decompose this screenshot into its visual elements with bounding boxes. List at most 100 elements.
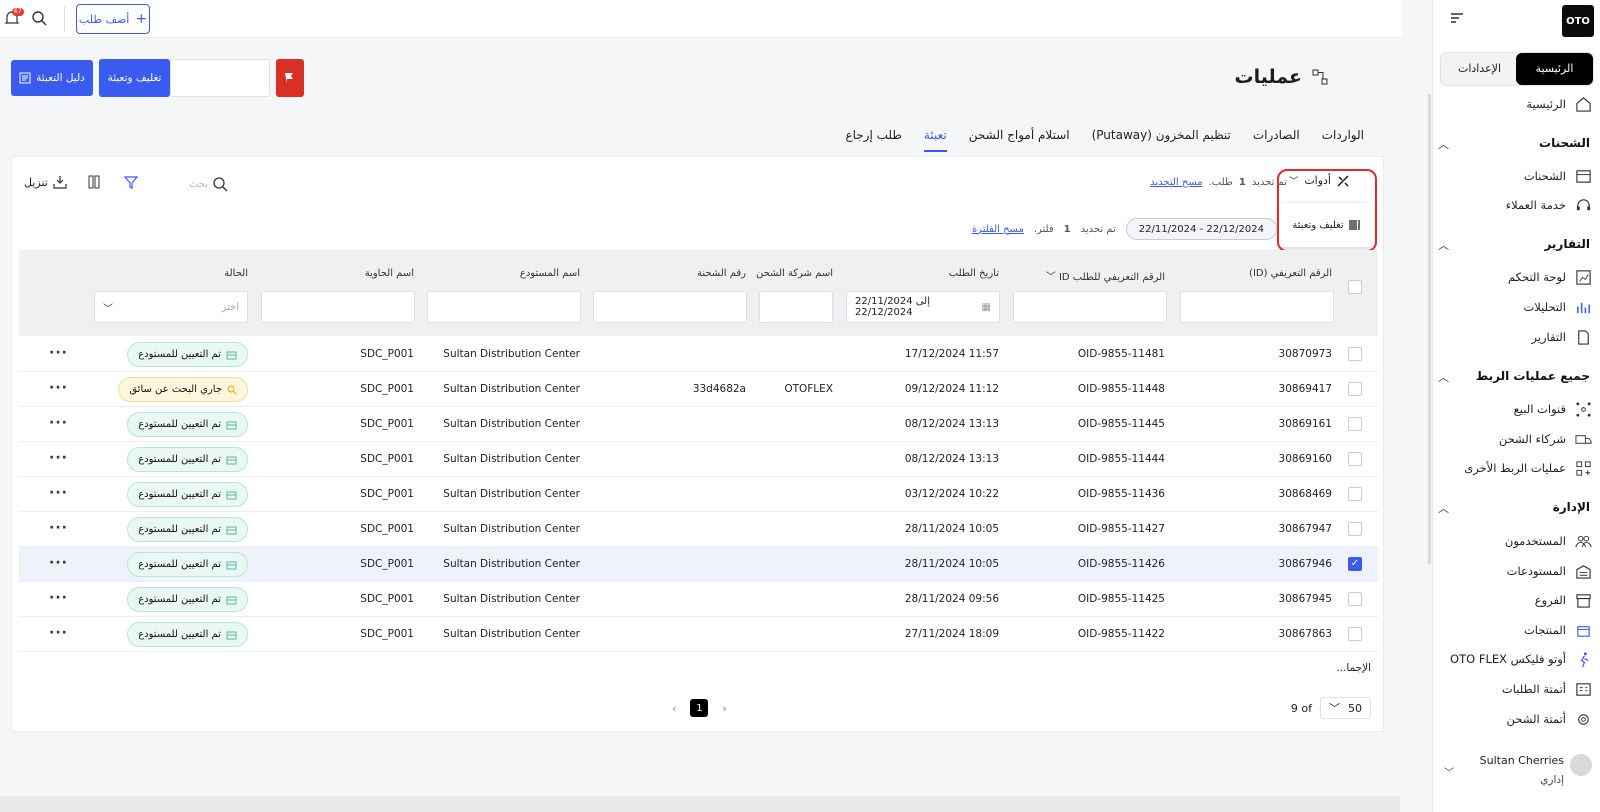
warehouse-filter-input[interactable] — [427, 291, 581, 323]
tab-return-request[interactable]: طلب إرجاع — [845, 120, 901, 152]
chevron-left-icon[interactable]: ‹ — [672, 702, 676, 715]
row-actions-button[interactable]: ··· — [49, 617, 68, 650]
tab-putaway[interactable]: تنظيم المخزون (Putaway) — [1092, 120, 1231, 152]
sidebar-section-management[interactable]: الإدارة ︿ — [1438, 500, 1590, 516]
column-header-container[interactable]: اسم الحاوية — [365, 268, 414, 279]
row-checkbox[interactable] — [1348, 347, 1362, 361]
tab-packing[interactable]: تعبئة — [923, 120, 947, 152]
per-page-dropdown[interactable]: ﹀ 50 — [1320, 697, 1371, 719]
search-icon[interactable] — [31, 10, 47, 26]
row-checkbox[interactable] — [1348, 417, 1362, 431]
table-row[interactable]: 30869417 OID-9855-11448 11:12 09/12/2024 OT… — [19, 372, 1378, 407]
row-checkbox[interactable] — [1348, 592, 1362, 606]
filters-prefix: تم تحديد — [1080, 223, 1116, 235]
row-checkbox[interactable] — [1348, 627, 1362, 641]
shipment-filter-input[interactable] — [593, 291, 747, 323]
column-header-shipment[interactable]: رقم الشحنة — [697, 268, 746, 279]
sidebar-item-branches[interactable]: الفروع — [1436, 589, 1592, 611]
user-profile[interactable]: Sultan Cherries إداري ﹀ — [1436, 752, 1592, 792]
row-actions-button[interactable]: ··· — [49, 547, 68, 580]
order-id-filter-input[interactable] — [1013, 291, 1167, 323]
carrier-filter-input[interactable] — [759, 291, 833, 323]
column-header-order-id[interactable]: الرقم التعريفي للطلب ID ﹀ — [1046, 268, 1165, 283]
table-row[interactable]: 30867945 OID-9855-11425 09:56 28/11/2024 Su… — [19, 582, 1378, 617]
row-checkbox[interactable] — [1348, 382, 1362, 396]
tab-wave-receiving[interactable]: استلام أمواج الشحن — [969, 120, 1070, 152]
container-filter-input[interactable] — [261, 291, 415, 323]
row-actions-button[interactable]: ··· — [49, 442, 68, 475]
sidebar-item-analytics[interactable]: التحليلات — [1436, 296, 1592, 318]
column-header-id[interactable]: الرقم التعريفي (ID) — [1249, 268, 1332, 279]
sidebar-item-products[interactable]: المنتجات — [1436, 619, 1592, 641]
sidebar-item-users[interactable]: المستخدمون — [1436, 530, 1592, 552]
sidebar-item-other-integrations[interactable]: عمليات الربط الأخرى — [1436, 457, 1592, 479]
sidebar-item-shipments[interactable]: الشحنات — [1436, 165, 1592, 187]
table-row[interactable]: 30868469 OID-9855-11436 10:22 03/12/2024 Su… — [19, 477, 1378, 512]
column-header-order-date[interactable]: تاريخ الطلب — [949, 268, 999, 279]
table-row[interactable]: 30869161 OID-9855-11445 13:13 08/12/2024 Su… — [19, 407, 1378, 442]
sidebar-item-order-automation[interactable]: أتمتة الطلبات — [1436, 678, 1592, 700]
table-row[interactable]: 30867947 OID-9855-11427 10:05 28/11/2024 Su… — [19, 512, 1378, 547]
download-button[interactable]: تنزيل — [24, 175, 68, 189]
scan-button[interactable] — [276, 59, 304, 97]
scan-input[interactable] — [170, 59, 270, 97]
sidebar-item-shipping-automation[interactable]: أتمتة الشحن — [1436, 708, 1592, 730]
cell-order-id: OID-9855-11445 — [1077, 418, 1165, 430]
date-range-chip[interactable]: 22/11/2024 - 22/12/2024 — [1125, 218, 1277, 240]
current-page[interactable]: 1 — [690, 699, 709, 717]
oto-logo[interactable]: OTO — [1562, 5, 1594, 37]
clear-selection-link[interactable]: مسح التحديد — [1150, 177, 1203, 188]
sidebar-item-warehouses[interactable]: المستودعات — [1436, 560, 1592, 582]
table-row[interactable]: 30869160 OID-9855-11444 13:13 08/12/2024 Su… — [19, 442, 1378, 477]
table-row[interactable]: 30867863 OID-9855-11422 18:09 27/11/2024 Su… — [19, 617, 1378, 652]
sidebar-item-label: التقارير — [1531, 330, 1566, 344]
date-filter-input[interactable]: 22/11/2024 إلى 22/12/2024 ▦ — [846, 291, 1000, 323]
column-header-warehouse[interactable]: اسم المستودع — [520, 268, 580, 279]
sidebar-section-reports[interactable]: التقارير ︿ — [1438, 237, 1590, 253]
plus-icon: + — [135, 11, 148, 27]
sidebar-item-customer-service[interactable]: خدمة العملاء — [1436, 194, 1592, 216]
chevron-right-icon[interactable]: › — [722, 702, 726, 715]
sidebar-item-label: أوتو فليكس OTO FLEX — [1450, 652, 1566, 666]
column-header-carrier[interactable]: اسم شركة الشحن — [756, 268, 833, 279]
collapse-menu-icon[interactable] — [1451, 12, 1463, 26]
scrollbar[interactable] — [1428, 94, 1431, 564]
row-checkbox[interactable] — [1348, 452, 1362, 466]
row-checkbox[interactable] — [1348, 487, 1362, 501]
add-order-button[interactable]: + أضف طلب — [76, 4, 150, 34]
columns-icon[interactable] — [88, 175, 100, 189]
sidebar-section-shipments[interactable]: الشحنات ︿ — [1438, 136, 1590, 152]
select-all-checkbox[interactable] — [1348, 280, 1362, 294]
column-header-status[interactable]: الحالة — [224, 268, 248, 279]
packing-guide-button[interactable]: دليل التعبئة — [11, 60, 93, 96]
search-input[interactable]: بحث — [172, 173, 228, 195]
row-actions-button[interactable]: ··· — [49, 372, 68, 405]
id-filter-input[interactable] — [1180, 291, 1334, 323]
table-row[interactable]: 30870973 OID-9855-11481 11:57 17/12/2024 Su… — [19, 337, 1378, 372]
row-actions-button[interactable]: ··· — [49, 337, 68, 370]
chevron-down-icon[interactable]: ﹀ — [1444, 764, 1454, 779]
row-actions-button[interactable]: ··· — [49, 477, 68, 510]
sidebar-item-home[interactable]: الرئيسية — [1436, 93, 1592, 115]
row-actions-button[interactable]: ··· — [49, 512, 68, 545]
row-actions-button[interactable]: ··· — [49, 582, 68, 615]
sidebar-item-dashboard[interactable]: لوحة التحكم — [1436, 266, 1592, 288]
row-actions-button[interactable]: ··· — [49, 407, 68, 440]
cell-order-id: OID-9855-11436 — [1077, 488, 1165, 500]
row-checkbox[interactable] — [1348, 522, 1362, 536]
sidebar-item-reports[interactable]: التقارير — [1436, 326, 1592, 348]
sidebar-item-sales-channels[interactable]: قنوات البيع — [1436, 398, 1592, 420]
clear-filter-link[interactable]: مسح الفلترة — [972, 224, 1024, 235]
segment-home[interactable]: الرئيسية — [1516, 53, 1593, 85]
tab-outbound[interactable]: الصادرات — [1253, 120, 1300, 152]
sidebar-item-oto-flex[interactable]: أوتو فليكس OTO FLEX — [1436, 648, 1592, 670]
pack-and-fill-button[interactable]: تغليف وتعبئة — [99, 59, 170, 97]
filter-icon[interactable] — [123, 175, 138, 189]
sidebar-section-integrations[interactable]: جميع عمليات الربط ︿ — [1438, 369, 1590, 385]
tab-inbound[interactable]: الواردات — [1322, 120, 1364, 152]
sidebar-item-shipping-partners[interactable]: شركاء الشحن — [1436, 428, 1592, 450]
status-filter-select[interactable]: اختر ﹀ — [94, 291, 248, 323]
table-row[interactable]: ✓ 30867946 OID-9855-11426 10:05 28/11/2024 S… — [19, 547, 1378, 582]
row-checkbox[interactable]: ✓ — [1348, 557, 1362, 571]
segment-settings[interactable]: الإعدادات — [1441, 53, 1518, 85]
